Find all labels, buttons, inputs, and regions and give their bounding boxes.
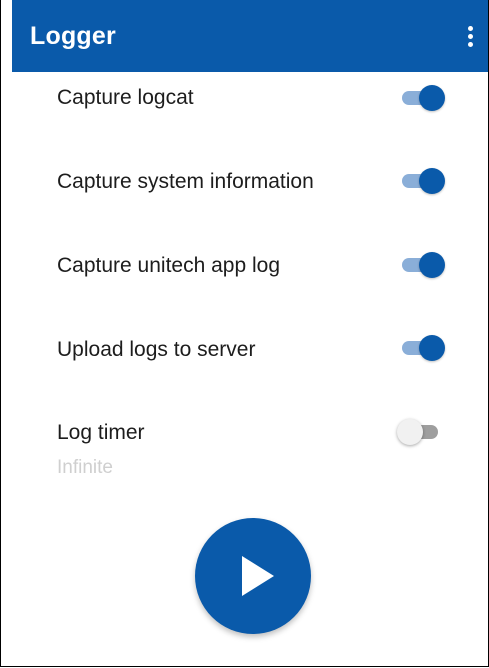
app-title: Logger (30, 22, 116, 50)
capture-system-information-label: Capture system information (57, 170, 314, 193)
capture-logcat-switch[interactable] (402, 83, 446, 113)
capture-system-information-switch[interactable] (402, 166, 446, 196)
capture-logcat-label: Capture logcat (57, 86, 194, 109)
app-bar: Logger (12, 0, 488, 72)
capture-app-log-label: Capture unitech app log (57, 254, 280, 277)
upload-logs-label: Upload logs to server (57, 338, 256, 361)
log-timer-switch[interactable] (397, 417, 446, 447)
start-logging-button[interactable] (195, 518, 311, 634)
capture-app-log-switch[interactable] (402, 250, 446, 280)
log-timer-value: Infinite (57, 457, 113, 478)
logger-screen: Logger Capture logcat Capture system inf… (0, 0, 489, 667)
more-vert-icon[interactable] (458, 18, 482, 54)
upload-logs-switch[interactable] (402, 333, 446, 363)
log-timer-label: Log timer (57, 421, 145, 444)
play-icon (242, 556, 274, 596)
